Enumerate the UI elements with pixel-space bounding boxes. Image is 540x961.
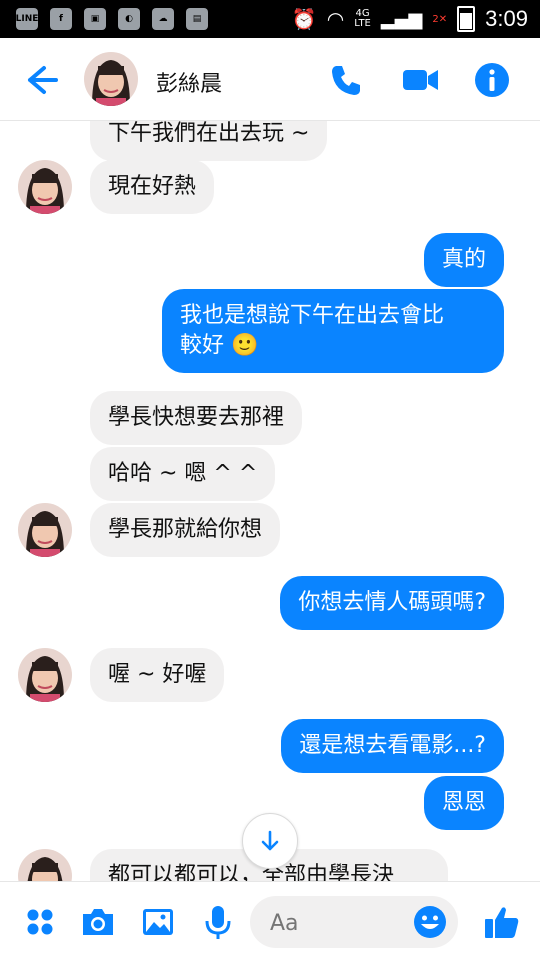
message-composer [0, 881, 540, 961]
message-bubble-incoming[interactable]: 哈哈 ~ 嗯 ^ ^ [90, 447, 276, 501]
arrow-down-icon [261, 830, 279, 851]
more-options-icon[interactable] [20, 902, 60, 942]
message-bubble-incoming[interactable]: 下午我們在出去玩 ~ [90, 121, 328, 161]
conversation-header: 彭絲晨 [0, 38, 540, 121]
scroll-to-bottom-button[interactable] [242, 813, 298, 869]
weather-icon: ☁ [152, 8, 174, 30]
sender-avatar[interactable] [18, 503, 72, 557]
network-indicator: 4G LTE [354, 8, 371, 29]
contact-name[interactable]: 彭絲晨 [156, 66, 222, 98]
message-bubble-outgoing[interactable]: 我也是想說下午在出去會比 較好 🙂 [162, 289, 504, 373]
facebook-icon: f [50, 8, 72, 30]
messenger-notification-icon: ◐ [118, 8, 140, 30]
message-input-container [250, 896, 458, 948]
video-call-icon[interactable] [400, 60, 440, 100]
message-bubble-incoming[interactable]: 現在好熱 [90, 160, 215, 214]
message-bubble-outgoing[interactable]: 還是想去看電影...? [281, 719, 504, 773]
gallery-icon: ▣ [84, 8, 106, 30]
phone-call-icon[interactable] [326, 60, 366, 100]
clock: 3:09 [485, 6, 528, 31]
alarm-icon: ⏰ [291, 7, 317, 31]
battery-icon [457, 6, 476, 32]
emoji-icon[interactable] [412, 904, 448, 940]
sender-avatar[interactable] [18, 160, 72, 214]
sender-avatar[interactable] [18, 849, 72, 881]
message-bubble-outgoing[interactable]: 你想去情人碼頭嗎? [280, 576, 504, 630]
message-bubble-incoming[interactable]: 學長快想要去那裡 [90, 391, 303, 445]
message-input[interactable] [268, 908, 412, 938]
gallery-icon[interactable] [138, 902, 178, 942]
camera-icon[interactable] [78, 902, 118, 942]
sender-avatar[interactable] [18, 648, 72, 702]
info-icon[interactable] [472, 60, 512, 100]
line-app-icon: LINE [16, 8, 38, 30]
message-bubble-incoming[interactable]: 喔 ~ 好喔 [90, 648, 225, 702]
wifi-icon: ◠ [326, 7, 345, 31]
status-bar: LINE f ▣ ◐ ☁ ▤ ⏰ ◠ 4G LTE ▂▄▆ 2✕ 3:09 [0, 0, 540, 38]
message-bubble-incoming[interactable]: 學長那就給你想 [90, 503, 281, 557]
chat-notification-icon: ▤ [186, 8, 208, 30]
microphone-icon[interactable] [198, 902, 238, 942]
contact-avatar[interactable] [84, 52, 138, 106]
sim-slot-indicator: 2✕ [432, 13, 448, 25]
message-bubble-outgoing[interactable]: 恩恩 [423, 776, 504, 830]
signal-icon: ▂▄▆ [380, 8, 423, 30]
message-list[interactable]: 下午我們在出去玩 ~ 現在好熱 真的 我也是想說下午在出去會比 較好 🙂 學長快… [0, 121, 540, 881]
back-arrow-icon[interactable] [24, 62, 60, 98]
message-bubble-outgoing[interactable]: 真的 [423, 233, 504, 287]
notification-icons: LINE f ▣ ◐ ☁ ▤ [16, 8, 208, 30]
thumbs-up-icon[interactable] [482, 902, 522, 942]
